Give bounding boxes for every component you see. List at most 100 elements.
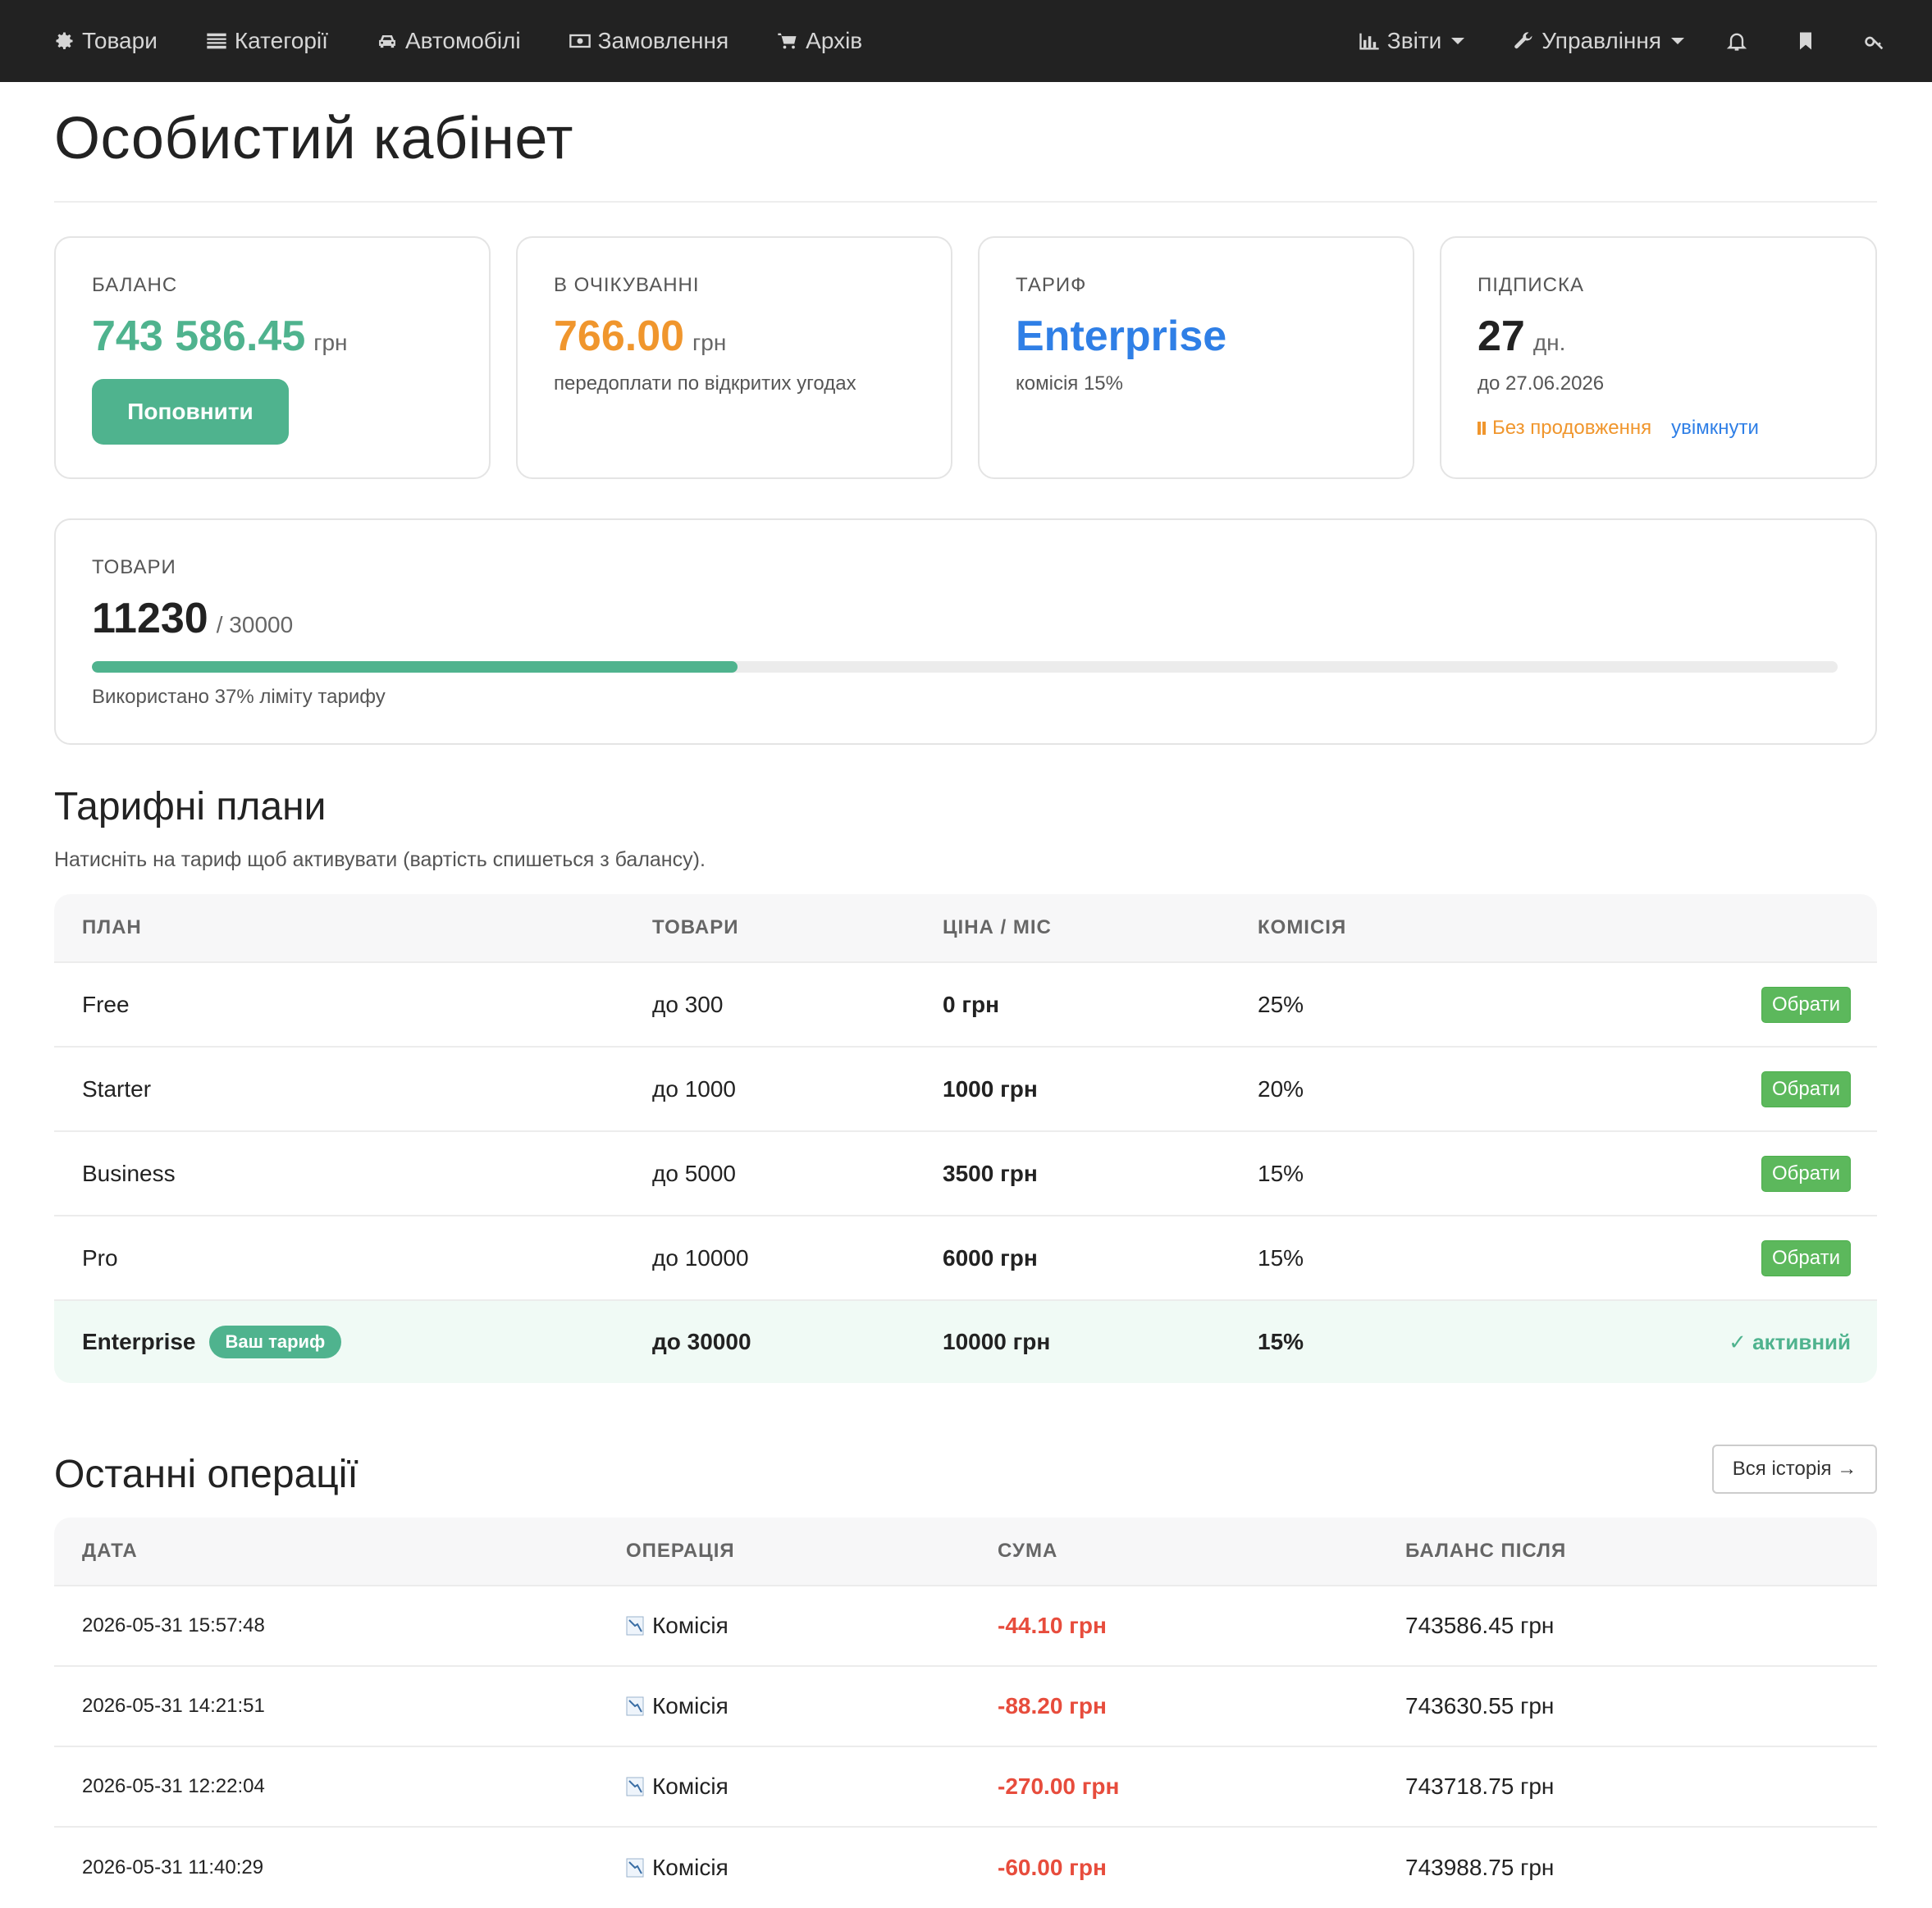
col-operation: ОПЕРАЦІЯ [626, 1540, 735, 1562]
usage-note: Використано 37% ліміту тарифу [92, 686, 386, 708]
bookmarks-button[interactable] [1789, 0, 1822, 82]
nav-item-management[interactable]: Управління [1512, 0, 1684, 82]
subscription-value: 27 дн. [1478, 312, 1565, 361]
plan-row-business[interactable]: Business до 5000 3500 грн 15% Обрати [54, 1132, 1877, 1216]
topup-button[interactable]: Поповнити [92, 379, 289, 445]
tariff-label: ТАРИФ [1016, 274, 1087, 296]
balance-value: 743 586.45 грн [92, 312, 348, 361]
usage-progress-bar [92, 661, 1838, 673]
choose-plan-button[interactable]: Обрати [1761, 1155, 1851, 1192]
operation-type: Комісія [652, 1613, 728, 1638]
plan-name: Pro [82, 1244, 118, 1271]
operation-amount: -60.00 грн [998, 1855, 1107, 1880]
col-amount: СУМА [998, 1540, 1058, 1562]
nav-item-orders[interactable]: Замовлення [569, 0, 728, 82]
tariff-commission: комісія 15% [1016, 372, 1123, 395]
cart-icon [776, 30, 799, 52]
plans-table: ПЛАН ТОВАРИ ЦІНА / МІС КОМІСІЯ Free до 3… [54, 894, 1877, 1383]
operation-type-cell: Комісія [626, 1855, 998, 1881]
operation-amount: -88.20 грн [998, 1693, 1107, 1719]
plan-price: 1000 грн [943, 1075, 1038, 1102]
plan-products: до 10000 [652, 1244, 749, 1271]
plan-price: 3500 грн [943, 1160, 1038, 1186]
choose-plan-button[interactable]: Обрати [1761, 986, 1851, 1023]
chart-down-icon [626, 1696, 644, 1716]
operation-amount: -44.10 грн [998, 1613, 1107, 1638]
nav-label: Категорії [234, 28, 328, 53]
operation-type: Комісія [652, 1855, 728, 1880]
plan-commission: 15% [1258, 1329, 1304, 1354]
chart-down-icon [626, 1777, 644, 1796]
operation-balance-after: 743718.75 грн [1405, 1773, 1555, 1799]
col-plan: ПЛАН [82, 916, 142, 938]
plan-row-enterprise: Enterprise Ваш тариф до 30000 10000 грн … [54, 1301, 1877, 1383]
products-usage-card: ТОВАРИ 11230 / 30000 Використано 37% лімі… [54, 518, 1877, 745]
chevron-down-icon [1671, 38, 1684, 44]
tariff-card: ТАРИФ Enterprise комісія 15% [978, 236, 1414, 479]
pending-label: В ОЧІКУВАННІ [554, 274, 700, 296]
no-renew-status: Без продовження [1492, 417, 1652, 439]
products-limit: / 30000 [216, 612, 294, 637]
balance-label: БАЛАНС [92, 274, 178, 296]
operation-row: 2026-05-31 11:40:29 Комісія -60.00 грн 7… [54, 1828, 1877, 1908]
products-label: ТОВАРИ [92, 556, 176, 578]
col-date: ДАТА [82, 1540, 138, 1562]
operations-title: Останні операції [54, 1453, 359, 1496]
plan-name-cell: Enterprise Ваш тариф [54, 1326, 652, 1358]
col-products: ТОВАРИ [652, 916, 739, 938]
bookmark-icon [1800, 32, 1811, 50]
plan-row-free[interactable]: Free до 300 0 грн 25% Обрати [54, 963, 1877, 1048]
pending-card: В ОЧІКУВАННІ 766.00 грн передоплати по ві… [516, 236, 952, 479]
pending-amount: 766.00 [554, 313, 685, 360]
nav-item-archive[interactable]: Архів [776, 0, 862, 82]
plan-products: до 5000 [652, 1160, 736, 1186]
plan-name: Starter [82, 1075, 152, 1102]
operation-type-cell: Комісія [626, 1613, 998, 1639]
notifications-button[interactable] [1720, 0, 1753, 82]
plan-row-starter[interactable]: Starter до 1000 1000 грн 20% Обрати [54, 1048, 1877, 1132]
plan-action: ✓ активний [1586, 1330, 1877, 1355]
tariff-value: Enterprise [1016, 313, 1227, 360]
operation-type-cell: Комісія [626, 1773, 998, 1800]
operation-row: 2026-05-31 15:57:48 Комісія -44.10 грн 7… [54, 1586, 1877, 1667]
plan-action: Обрати [1586, 1070, 1877, 1107]
full-history-button[interactable]: Вся історія → [1712, 1445, 1877, 1494]
car-icon [376, 30, 399, 52]
nav-item-reports[interactable]: Звіти [1358, 0, 1465, 82]
plan-commission: 15% [1258, 1160, 1304, 1186]
chevron-down-icon [1451, 38, 1465, 44]
subscription-label: ПІДПИСКА [1478, 274, 1584, 296]
plan-price: 0 грн [943, 991, 1000, 1017]
plan-products: до 1000 [652, 1075, 736, 1102]
enable-renew-link[interactable]: увімкнути [1671, 417, 1759, 440]
list-icon [205, 30, 228, 52]
operation-date: 2026-05-31 15:57:48 [82, 1614, 265, 1636]
balance-unit: грн [313, 330, 348, 355]
balance-amount: 743 586.45 [92, 313, 306, 360]
pending-value: 766.00 грн [554, 312, 726, 361]
operation-type: Комісія [652, 1773, 728, 1799]
title-divider [54, 201, 1877, 203]
plan-products: до 30000 [652, 1329, 751, 1354]
choose-plan-button[interactable]: Обрати [1761, 1070, 1851, 1107]
nav-item-cars[interactable]: Автомобілі [376, 0, 521, 82]
plan-name: Business [82, 1160, 176, 1186]
operation-date: 2026-05-31 12:22:04 [82, 1775, 265, 1797]
plan-row-pro[interactable]: Pro до 10000 6000 грн 15% Обрати [54, 1216, 1877, 1301]
nav-left: Товари Категорії Автомобілі Замовлення А… [0, 0, 910, 82]
balance-card: БАЛАНС 743 586.45 грн Поповнити [54, 236, 491, 479]
bell-icon [1726, 33, 1747, 51]
account-key-button[interactable] [1858, 0, 1891, 82]
operation-date: 2026-05-31 11:40:29 [82, 1856, 264, 1878]
choose-plan-button[interactable]: Обрати [1761, 1239, 1851, 1276]
subscription-days: 27 [1478, 313, 1525, 360]
nav-item-products[interactable]: Товари [53, 0, 158, 82]
col-price: ЦІНА / МІС [943, 916, 1052, 938]
usage-progress-fill [92, 661, 738, 673]
subscription-until: до 27.06.2026 [1478, 372, 1605, 395]
top-navbar: Товари Категорії Автомобілі Замовлення А… [0, 0, 1932, 82]
nav-label: Товари [82, 28, 158, 53]
gear-icon [53, 30, 75, 52]
nav-item-categories[interactable]: Категорії [205, 0, 328, 82]
subscription-renew-row: Без продовження увімкнути [1478, 417, 1759, 440]
